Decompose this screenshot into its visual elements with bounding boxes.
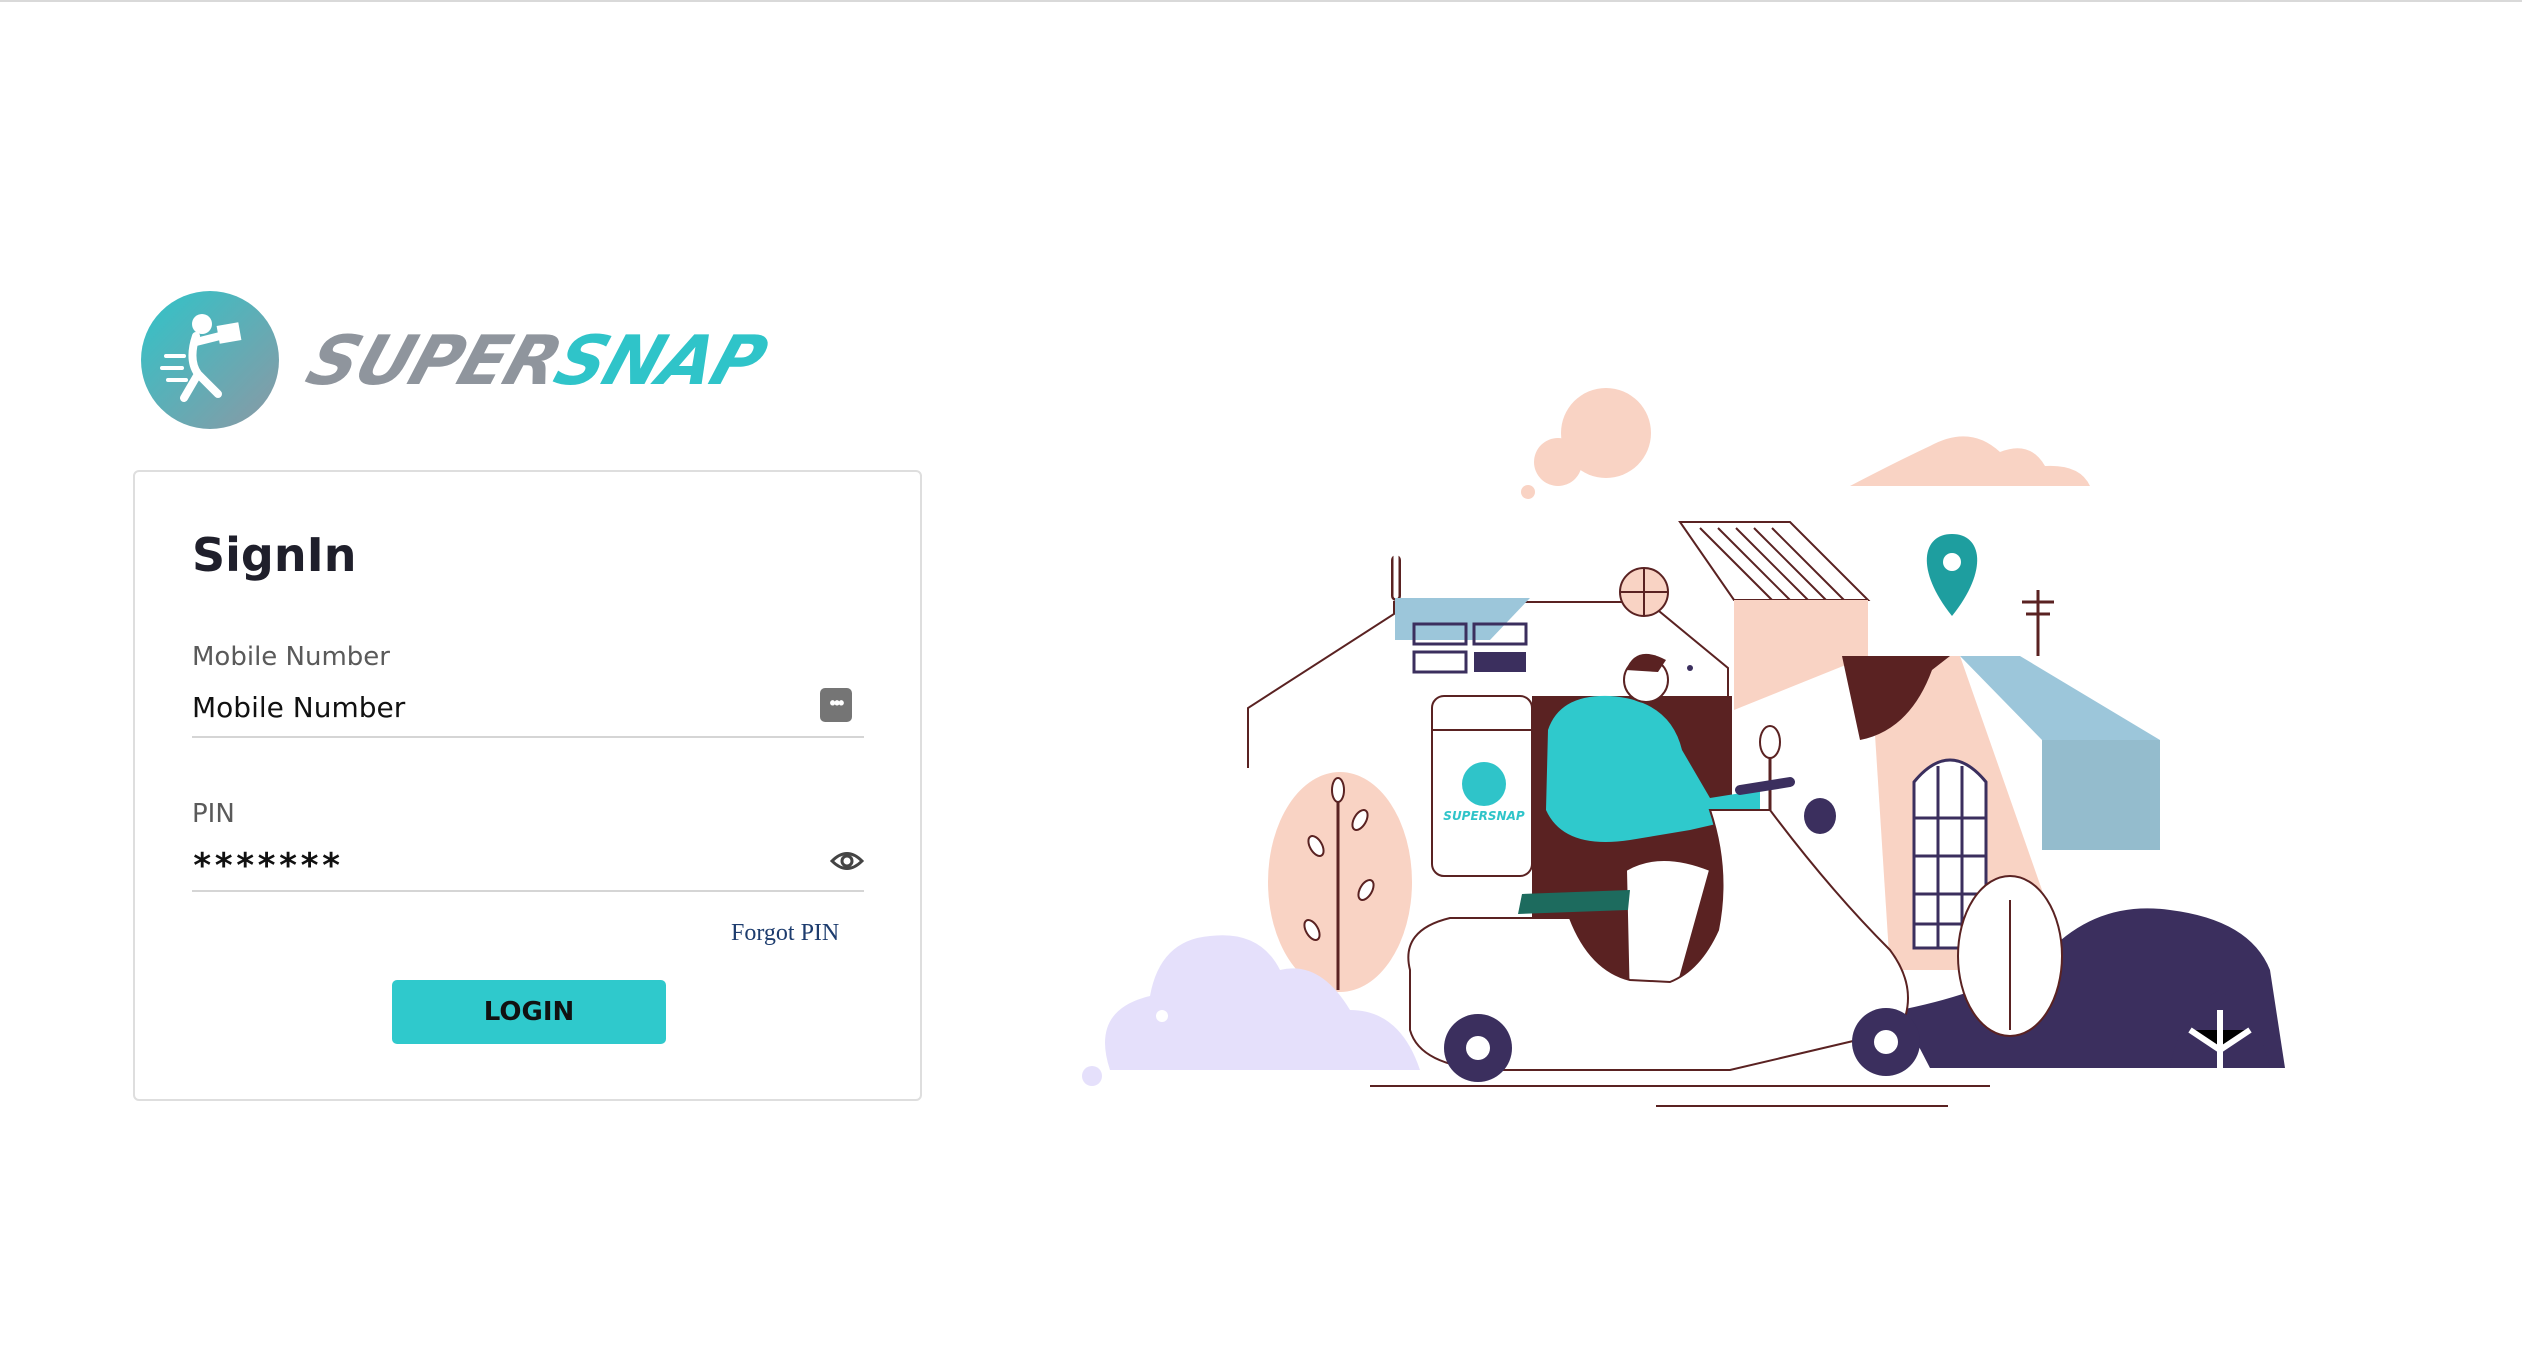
box-badge-text: SUPERSNAP (1443, 809, 1525, 823)
delivery-scene-image: SUPERSNAP (1082, 388, 2285, 1107)
pin-field[interactable]: ******* (192, 836, 864, 892)
signin-card: SignIn Mobile Number ••• PIN ******* For… (133, 470, 922, 1101)
signin-title: SignIn (192, 528, 357, 582)
pin-label: PIN (192, 799, 235, 829)
brand-logo: SUPERSNAP (140, 290, 775, 430)
top-divider (0, 0, 2522, 2)
brand-wordmark: SUPERSNAP (297, 322, 775, 401)
mobile-number-field: ••• (192, 682, 864, 738)
pin-input[interactable]: ******* (192, 846, 342, 886)
login-button[interactable]: LOGIN (392, 980, 666, 1044)
eye-icon[interactable] (830, 848, 864, 874)
delivery-scooter-illustration: SUPERSNAP (1070, 370, 2370, 1130)
wordmark-snap: SNAP (545, 322, 776, 401)
forgot-pin-link[interactable]: Forgot PIN (731, 920, 839, 947)
wordmark-super: SUPER (297, 322, 571, 401)
login-page: SUPERSNAP SignIn Mobile Number ••• PIN *… (0, 0, 2522, 1369)
autofill-key-icon[interactable]: ••• (820, 688, 852, 722)
mobile-number-label: Mobile Number (192, 642, 390, 672)
mobile-number-input[interactable] (192, 682, 792, 732)
